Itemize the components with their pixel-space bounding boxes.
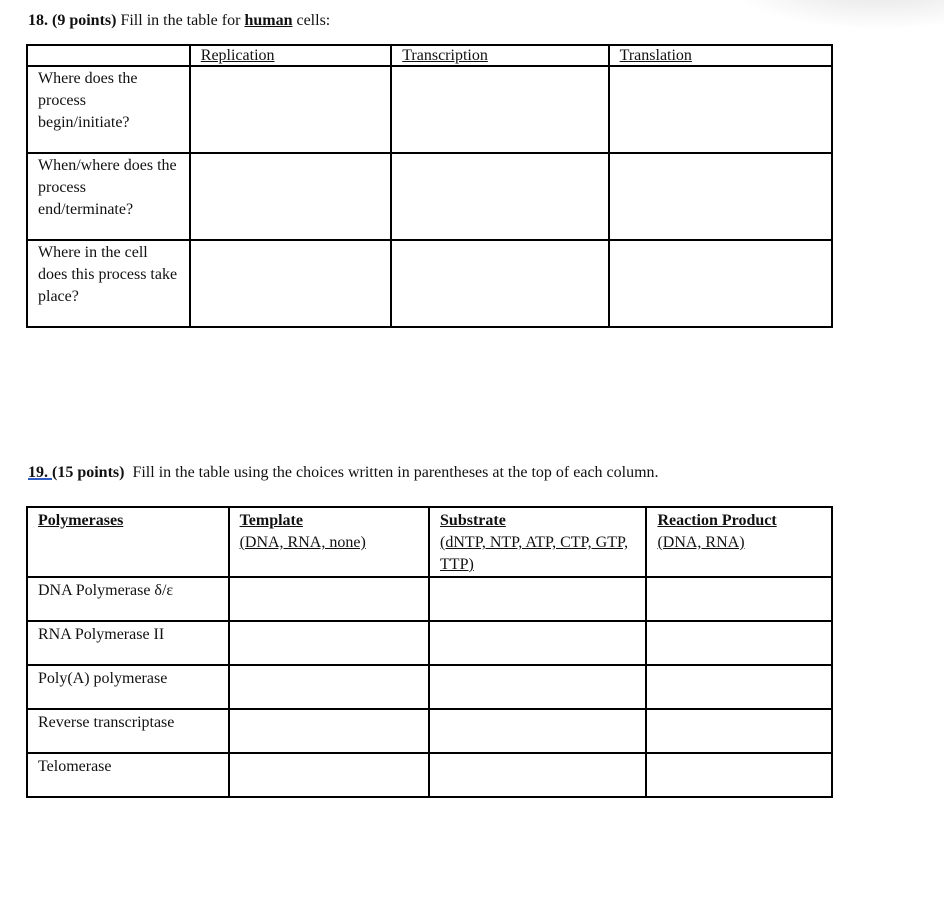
table-row: Where in the cell does this process take… xyxy=(26,239,834,328)
substrate-options: (dNTP, NTP, ATP, CTP, GTP, TTP) xyxy=(440,534,629,573)
reaction-product-options: (DNA, RNA) xyxy=(657,534,745,551)
row-label: Telomerase xyxy=(26,752,230,798)
answer-cell[interactable] xyxy=(227,576,431,622)
answer-cell[interactable] xyxy=(645,664,833,710)
answer-cell[interactable] xyxy=(188,152,393,241)
table-row: Poly(A) polymerase xyxy=(26,664,833,710)
answer-cell[interactable] xyxy=(645,752,833,798)
table-row: RNA Polymerase II xyxy=(26,620,833,666)
answer-cell[interactable] xyxy=(390,65,610,154)
question-18-emphasis: human xyxy=(244,12,293,29)
answer-cell[interactable] xyxy=(607,152,834,241)
answer-cell[interactable] xyxy=(645,576,833,622)
answer-cell[interactable] xyxy=(428,620,648,666)
header-cell-reaction-product: Reaction Product (DNA, RNA) xyxy=(645,506,833,578)
question-18-text-after: cells: xyxy=(292,12,331,29)
table-row: When/where does the process end/terminat… xyxy=(26,152,834,241)
question-19-points: (15 points) xyxy=(52,464,125,481)
row-label: Reverse transcriptase xyxy=(26,708,230,754)
table-row: DNA Polymerase δ/ε xyxy=(26,576,833,622)
question-18-text-before: Fill in the table for xyxy=(116,12,245,29)
answer-cell[interactable] xyxy=(188,239,393,328)
answer-cell[interactable] xyxy=(645,620,833,666)
row-label: RNA Polymerase II xyxy=(26,620,230,666)
process-table-header: Replication Transcription Translation xyxy=(26,44,834,67)
answer-cell[interactable] xyxy=(390,239,610,328)
polymerase-table: Polymerases Template (DNA, RNA, none) Sub… xyxy=(26,506,833,798)
question-18-number: 18. xyxy=(28,12,48,29)
answer-cell[interactable] xyxy=(227,752,431,798)
answer-cell[interactable] xyxy=(188,65,393,154)
process-table: Replication Transcription Translation Wh… xyxy=(26,44,834,328)
header-cell-transcription: Transcription xyxy=(390,44,610,67)
question-18-points: (9 points) xyxy=(52,12,117,29)
answer-cell[interactable] xyxy=(428,708,648,754)
answer-cell[interactable] xyxy=(428,576,648,622)
answer-cell[interactable] xyxy=(390,152,610,241)
row-label: When/where does the process end/terminat… xyxy=(26,152,191,241)
header-cell-replication: Replication xyxy=(188,44,393,67)
row-label: Poly(A) polymerase xyxy=(26,664,230,710)
row-label: DNA Polymerase δ/ε xyxy=(26,576,230,622)
answer-cell[interactable] xyxy=(607,65,834,154)
question-19-text: Fill in the table using the choices writ… xyxy=(124,464,659,481)
table-row: Where does the process begin/initiate? xyxy=(26,65,834,154)
window-shadow xyxy=(724,0,944,30)
row-label: Where in the cell does this process take… xyxy=(26,239,191,328)
question-18-title: 18. (9 points) Fill in the table for hum… xyxy=(28,12,330,30)
row-label: Where does the process begin/initiate? xyxy=(26,65,191,154)
template-options: (DNA, RNA, none) xyxy=(239,534,366,551)
question-19-number: 19. xyxy=(28,464,52,481)
header-cell-substrate: Substrate (dNTP, NTP, ATP, CTP, GTP, TTP) xyxy=(428,506,648,578)
header-cell-translation: Translation xyxy=(607,44,834,67)
polymerase-table-header: Polymerases Template (DNA, RNA, none) Sub… xyxy=(26,506,833,578)
header-cell-template: Template (DNA, RNA, none) xyxy=(227,506,431,578)
answer-cell[interactable] xyxy=(227,708,431,754)
answer-cell[interactable] xyxy=(227,620,431,666)
answer-cell[interactable] xyxy=(607,239,834,328)
question-19-title: 19. (15 points) Fill in the table using … xyxy=(28,464,659,482)
header-cell-polymerases: Polymerases xyxy=(26,506,230,578)
answer-cell[interactable] xyxy=(645,708,833,754)
header-cell-empty xyxy=(26,44,191,67)
answer-cell[interactable] xyxy=(428,664,648,710)
answer-cell[interactable] xyxy=(428,752,648,798)
answer-cell[interactable] xyxy=(227,664,431,710)
table-row: Telomerase xyxy=(26,752,833,798)
table-row: Reverse transcriptase xyxy=(26,708,833,754)
